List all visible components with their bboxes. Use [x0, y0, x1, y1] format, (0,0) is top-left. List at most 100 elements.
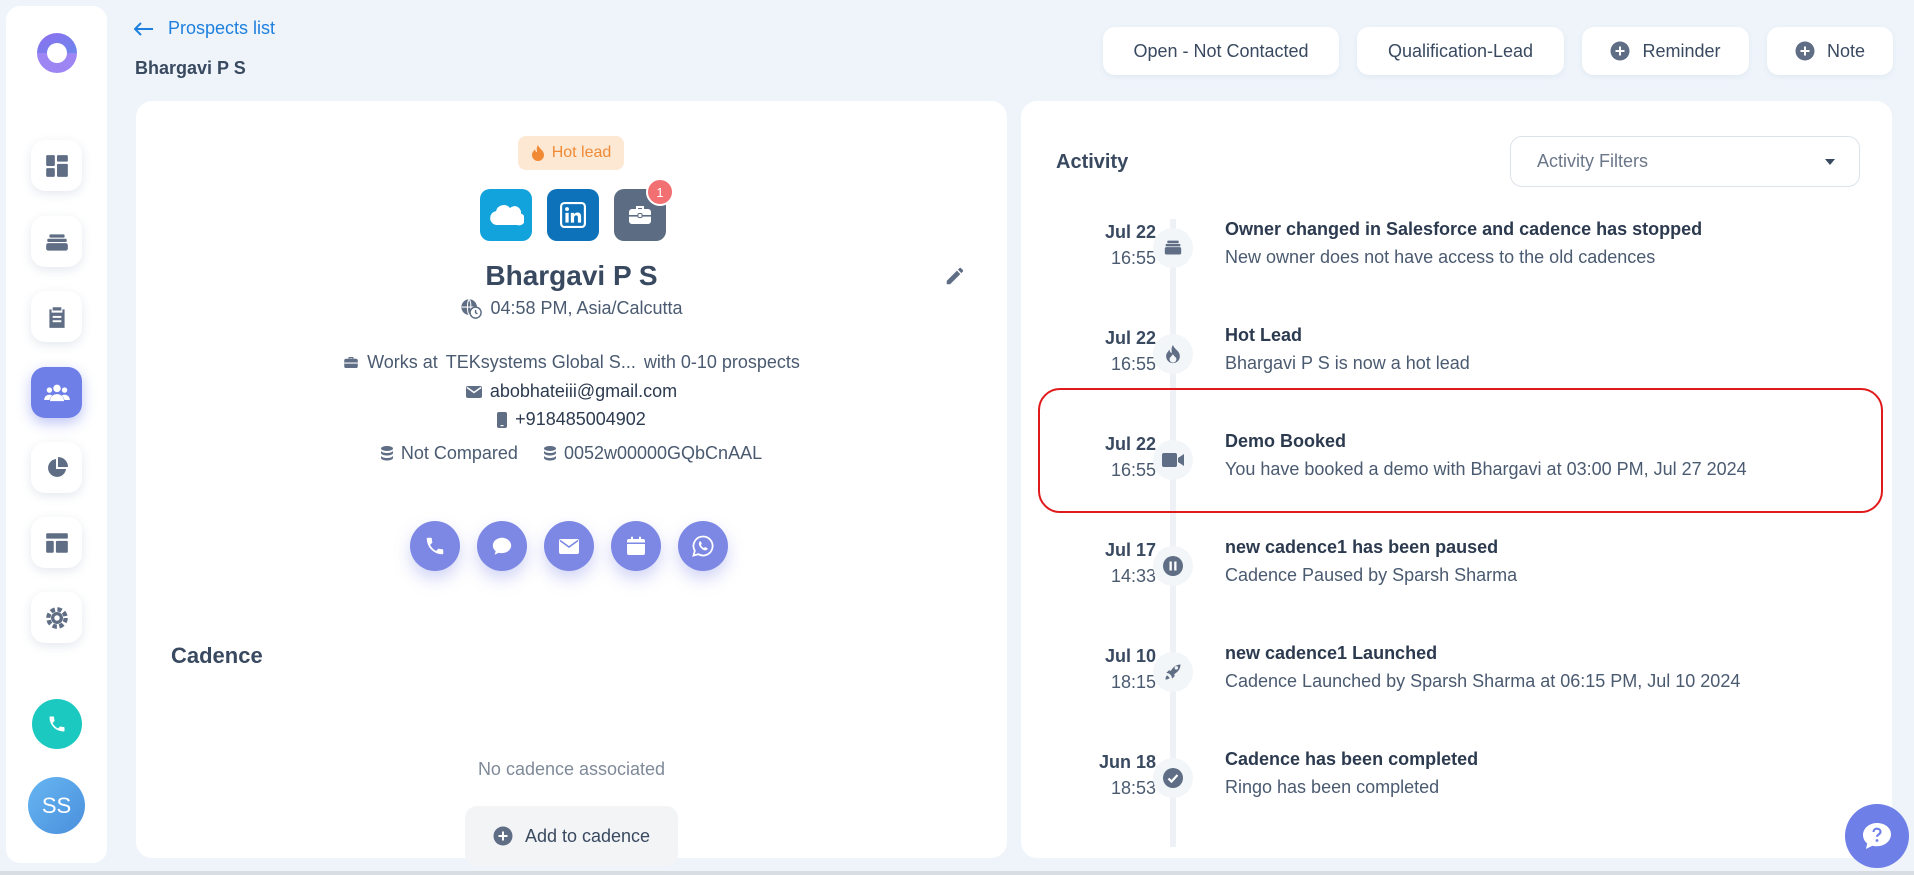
dashboard-grid-icon	[44, 153, 70, 179]
prospect-email[interactable]: abobhateiii@gmail.com	[490, 381, 677, 402]
phone-icon	[424, 535, 446, 557]
activity-date: Jul 17	[1104, 540, 1156, 560]
activity-datetime: Jul 10 18:15	[1105, 643, 1156, 695]
sidebar-item-tasks[interactable]	[31, 291, 82, 342]
company-row: Works at TEKsystems Global S... with 0-1…	[136, 352, 1007, 373]
activity-datetime: Jul 22 16:55	[1105, 431, 1156, 483]
gear-icon	[44, 605, 70, 631]
briefcase-icon	[627, 203, 653, 227]
linkedin-icon	[560, 202, 586, 228]
works-at-label: Works at	[367, 352, 438, 372]
plus-circle-icon	[1610, 41, 1630, 61]
activity-time: 18:15	[1110, 672, 1156, 692]
video-camera-icon	[1153, 440, 1193, 480]
activity-title-text: new cadence1 has been paused	[1225, 537, 1499, 557]
sidebar-item-templates[interactable]	[31, 517, 82, 568]
activity-time: 16:55	[1110, 460, 1156, 480]
activity-item[interactable]: Jun 18 18:53 Cadence has been completed …	[1021, 734, 1892, 834]
activity-filters-placeholder: Activity Filters	[1537, 151, 1649, 171]
back-link-label: Prospects list	[168, 18, 276, 38]
pause-icon	[1153, 546, 1193, 586]
activity-title-text: Demo Booked	[1225, 431, 1347, 451]
reminder-button[interactable]: Reminder	[1582, 27, 1749, 75]
activity-description: Ringo has been completed	[1225, 777, 1440, 797]
activity-panel: Activity Activity Filters Jul 22 16:55 O…	[1021, 101, 1892, 858]
linkedin-link[interactable]	[547, 189, 599, 241]
chat-bubble-icon	[491, 535, 513, 557]
calendar-icon	[626, 536, 646, 556]
call-action-button[interactable]	[410, 521, 460, 571]
salesforce-cloud-icon	[488, 203, 524, 227]
globe-clock-icon	[460, 297, 483, 319]
notification-count-badge: 1	[646, 178, 674, 206]
activity-date: Jul 22	[1104, 328, 1156, 348]
message-action-button[interactable]	[477, 521, 527, 571]
dialer-button[interactable]	[32, 699, 82, 749]
note-button[interactable]: Note	[1767, 27, 1893, 75]
reminder-button-label: Reminder	[1642, 40, 1721, 61]
edit-prospect-button[interactable]	[944, 265, 966, 287]
activity-description: Cadence Launched by Sparsh Sharma at 06:…	[1225, 671, 1741, 691]
user-avatar[interactable]: SS	[28, 777, 85, 834]
sidebar-item-cadences[interactable]	[31, 216, 82, 267]
sidebar-item-dashboard[interactable]	[31, 140, 82, 191]
app-logo[interactable]	[33, 29, 81, 77]
hot-lead-badge: Hot lead	[518, 136, 624, 170]
activity-time: 14:33	[1110, 566, 1156, 586]
activity-time: 16:55	[1110, 248, 1156, 268]
database-icon	[380, 446, 393, 461]
envelope-icon	[559, 538, 579, 554]
whatsapp-icon	[691, 534, 715, 558]
compare-status: Not Compared	[400, 443, 518, 463]
cadence-section-title: Cadence	[171, 643, 263, 668]
bottom-strip	[0, 871, 1914, 875]
note-button-label: Note	[1826, 40, 1866, 61]
activity-item[interactable]: Jul 22 16:55 Demo Booked You have booked…	[1021, 416, 1892, 516]
plus-circle-icon	[493, 826, 513, 846]
status-button-open-not-contacted[interactable]: Open - Not Contacted	[1103, 27, 1339, 75]
sidebar-item-settings[interactable]	[31, 592, 82, 643]
activity-date: Jun 18	[1098, 752, 1156, 772]
activity-time: 18:53	[1110, 778, 1156, 798]
whatsapp-action-button[interactable]	[678, 521, 728, 571]
help-chat-button[interactable]	[1845, 804, 1909, 868]
activity-filters-dropdown[interactable]: Activity Filters	[1510, 136, 1860, 187]
activity-title-text: Hot Lead	[1225, 325, 1303, 345]
sidebar-item-reports[interactable]	[31, 442, 82, 493]
activity-datetime: Jun 18 18:53	[1099, 749, 1156, 801]
activity-item[interactable]: Jul 22 16:55 Hot Lead Bhargavi P S is no…	[1021, 310, 1892, 410]
activity-item[interactable]: Jul 10 18:15 new cadence1 Launched Caden…	[1021, 628, 1892, 728]
plus-circle-icon	[1795, 41, 1815, 61]
calendar-action-button[interactable]	[611, 521, 661, 571]
sidebar: SS	[6, 6, 107, 863]
stack-icon	[44, 229, 70, 255]
activity-date: Jul 22	[1104, 434, 1156, 454]
sidebar-item-people[interactable]	[31, 367, 82, 418]
activity-datetime: Jul 22 16:55	[1105, 219, 1156, 271]
prospect-phone[interactable]: +918485004902	[515, 409, 646, 430]
stack-icon	[1153, 228, 1193, 268]
activity-item[interactable]: Jul 17 14:33 new cadence1 has been pause…	[1021, 522, 1892, 622]
prospect-name: Bhargavi P S	[485, 260, 658, 291]
email-row: abobhateiii@gmail.com	[136, 381, 1007, 402]
status-button-qualification-lead[interactable]: Qualification-Lead	[1357, 27, 1564, 75]
prospect-local-time: 04:58 PM, Asia/Calcutta	[490, 297, 683, 318]
email-action-button[interactable]	[544, 521, 594, 571]
company-name[interactable]: TEKsystems Global S...	[446, 352, 636, 373]
briefcase-icon	[343, 355, 359, 370]
no-cadence-message: No cadence associated	[477, 759, 666, 779]
quick-actions	[410, 521, 728, 571]
rocket-icon	[1153, 652, 1193, 692]
activity-title-text: Owner changed in Salesforce and cadence …	[1225, 219, 1703, 239]
mobile-phone-icon	[497, 411, 508, 428]
envelope-icon	[465, 385, 482, 398]
activity-item[interactable]: Jul 22 16:55 Owner changed in Salesforce…	[1021, 204, 1892, 304]
activity-title-text: Cadence has been completed	[1225, 749, 1479, 769]
pie-chart-icon	[45, 456, 69, 480]
salesforce-link[interactable]	[480, 189, 532, 241]
check-circle-icon	[1153, 758, 1193, 798]
add-to-cadence-button[interactable]: Add to cadence	[465, 806, 678, 866]
crm-info-row: Not Compared 0052w00000GQbCnAAL	[136, 443, 1007, 464]
clipboard-icon	[44, 304, 70, 330]
back-to-prospects-link[interactable]: Prospects list	[134, 18, 275, 39]
